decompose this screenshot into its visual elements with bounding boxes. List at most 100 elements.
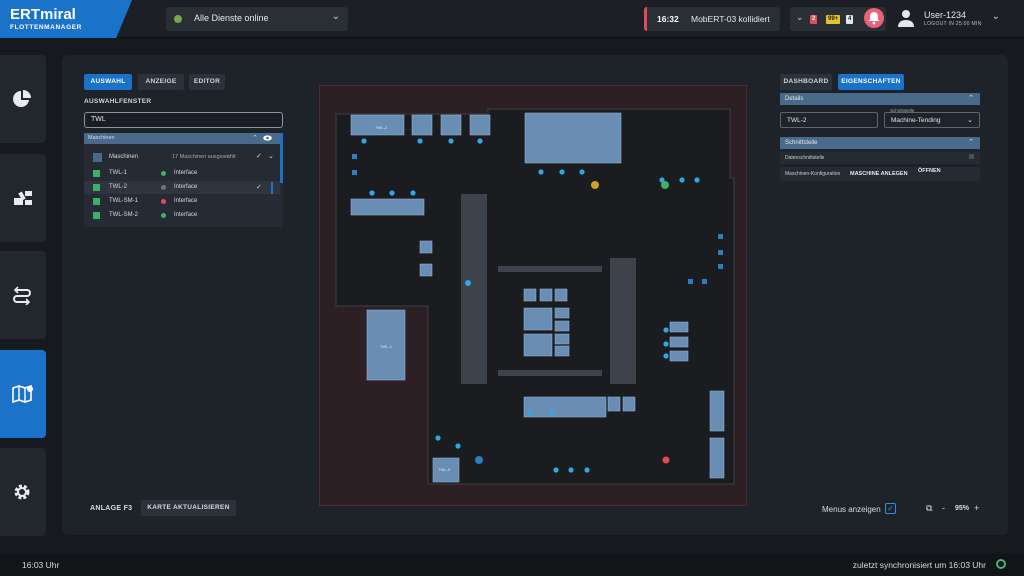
gear-icon: [14, 484, 30, 500]
item-name: TWL-SM-2: [109, 212, 138, 218]
checkbox[interactable]: [93, 198, 100, 205]
error-badge: 2: [810, 15, 818, 24]
list-item[interactable]: TWL-2 Interface ✓: [84, 181, 280, 194]
alert-message: MobERT-03 kollidiert: [691, 14, 770, 24]
zoom-out-button[interactable]: -: [942, 503, 945, 513]
map-canvas: TWL-2 TWL-1 TWL-3: [335, 108, 735, 485]
sidebar-item-settings[interactable]: [0, 448, 46, 536]
item-name: TWL-SM-1: [109, 198, 138, 204]
list-header[interactable]: Maschinen ⌃: [84, 133, 280, 144]
logout-timer: LOGOUT IN 25:00 MIN: [924, 21, 982, 27]
chevron-down-icon[interactable]: ⌄: [268, 152, 274, 160]
map-icon: [12, 384, 33, 404]
create-machine-button[interactable]: MASCHINE ANLEGEN: [850, 171, 908, 177]
services-status-label: Alle Dienste online: [194, 13, 269, 23]
map-label-top-machine: TWL-2: [375, 125, 388, 130]
data-interface-label: Datenschnittstelle: [785, 155, 825, 161]
item-status: Interface: [174, 184, 198, 190]
chevron-up-icon: ⌃: [968, 139, 974, 146]
item-status: Interface: [174, 198, 198, 204]
machine-config-label: Maschinen-Konfiguration: [785, 171, 841, 177]
item-name: TWL-2: [109, 184, 127, 190]
details-header[interactable]: Details ⌃: [780, 93, 980, 105]
list-group-row[interactable]: Maschinen 17 Maschinen ausgewählt ✓ ⌄: [84, 151, 280, 164]
chevron-up-icon: ⌃: [968, 95, 974, 102]
tab-editor[interactable]: EDITOR: [189, 74, 225, 90]
chevron-down-icon: ⌄: [331, 11, 340, 22]
tab-dashboard[interactable]: DASHBOARD: [780, 74, 832, 90]
checkbox[interactable]: [93, 212, 100, 219]
zoom-in-button[interactable]: +: [974, 503, 979, 513]
checkbox[interactable]: [93, 184, 100, 191]
alert-time: 16:32: [657, 14, 679, 24]
checkbox[interactable]: [93, 170, 100, 177]
machine-name-field[interactable]: TWL-2: [780, 112, 878, 128]
group-label: Maschinen: [109, 154, 139, 160]
user-avatar-icon: [898, 10, 914, 27]
info-badge: 4: [846, 15, 854, 24]
robot-arm-icon: [14, 191, 32, 205]
interface-type-select[interactable]: Machine-Tending ⌄: [884, 112, 980, 128]
app-title: ERTmiral: [10, 6, 76, 23]
scrollbar[interactable]: [280, 133, 283, 183]
sidebar-item-dashboard[interactable]: [0, 55, 46, 143]
machine-config-row[interactable]: Maschinen-Konfiguration MASCHINE ANLEGEN…: [780, 167, 980, 181]
eye-icon[interactable]: [263, 135, 272, 143]
chevron-down-icon: ⌄: [967, 117, 973, 124]
item-status: Interface: [174, 170, 198, 176]
check-icon: ✓: [256, 153, 262, 160]
interface-header[interactable]: Schnittstelle ⌃: [780, 137, 980, 149]
sidebar-item-robots[interactable]: [0, 154, 46, 242]
services-status-dropdown[interactable]: Alle Dienste online ⌄: [166, 7, 348, 31]
tab-auswahl[interactable]: AUSWAHL: [84, 74, 132, 90]
selection-title: AUSWAHLFENSTER: [84, 98, 152, 105]
open-button[interactable]: ÖFFNEN: [918, 168, 941, 174]
route-icon: [13, 286, 31, 305]
status-footer: 16:03 Uhr zuletzt synchronisiert um 16:0…: [0, 554, 1024, 576]
list-header-label: Maschinen: [88, 135, 115, 141]
warning-badge: 99+: [826, 15, 841, 24]
menus-label: Menus anzeigen: [822, 505, 881, 514]
list-item[interactable]: TWL-SM-2 Interface: [84, 209, 280, 222]
sidebar-item-map[interactable]: [0, 350, 46, 438]
status-dot-icon: [161, 213, 166, 218]
app-subtitle: FLOTTENMANAGER: [10, 24, 82, 31]
list-item[interactable]: TWL-1 Interface: [84, 167, 280, 180]
interface-type-value: Machine-Tending: [891, 117, 941, 124]
user-name: User-1234: [924, 10, 967, 20]
selection-marker: [271, 182, 273, 194]
footer-sync-status: zuletzt synchronisiert um 16:03 Uhr: [852, 560, 986, 570]
tab-anzeige[interactable]: ANZEIGE: [138, 74, 184, 90]
chevron-up-icon[interactable]: ⌃: [252, 134, 258, 142]
status-dot-icon: [161, 185, 166, 190]
chevron-down-icon: ⌄: [796, 12, 804, 22]
handle-icon[interactable]: [969, 154, 974, 159]
interface-header-label: Schnittstelle: [785, 140, 818, 146]
update-map-button[interactable]: KARTE AKTUALISIEREN: [141, 500, 236, 516]
chevron-down-icon: ⌄: [991, 11, 1000, 22]
floor-map[interactable]: TWL-2 TWL-1 TWL-3: [319, 85, 747, 506]
menus-checkbox[interactable]: ✓: [885, 503, 896, 514]
status-dot-icon: [161, 171, 166, 176]
sidebar-item-routes[interactable]: [0, 251, 46, 339]
sync-status-icon: [996, 559, 1006, 569]
details-header-label: Details: [785, 96, 804, 102]
bell-icon[interactable]: [864, 8, 884, 28]
item-status: Interface: [174, 212, 198, 218]
user-menu[interactable]: User-1234 LOGOUT IN 25:00 MIN ⌄: [894, 7, 1002, 31]
tab-eigenschaften[interactable]: EIGENSCHAFTEN: [838, 74, 904, 90]
search-input[interactable]: TWL: [84, 112, 283, 128]
app-logo[interactable]: ERTmiral FLOTTENMANAGER: [0, 0, 132, 38]
status-dot-icon: [174, 15, 182, 23]
pie-chart-icon: [13, 90, 31, 107]
fit-screen-icon[interactable]: ⧉: [926, 503, 932, 514]
check-icon: ✓: [256, 184, 262, 191]
map-label-bottom-machine: TWL-3: [438, 467, 451, 472]
list-item[interactable]: TWL-SM-1 Interface: [84, 195, 280, 208]
zoom-level: 95%: [955, 505, 970, 512]
alert-notification[interactable]: 16:32 MobERT-03 kollidiert: [644, 7, 780, 31]
map-label-large-machine: TWL-1: [380, 344, 393, 349]
selection-list: Maschinen ⌃ Maschinen 17 Maschinen ausge…: [84, 133, 283, 227]
checkbox[interactable]: [93, 153, 102, 162]
data-interface-row[interactable]: Datenschnittstelle: [780, 152, 980, 164]
